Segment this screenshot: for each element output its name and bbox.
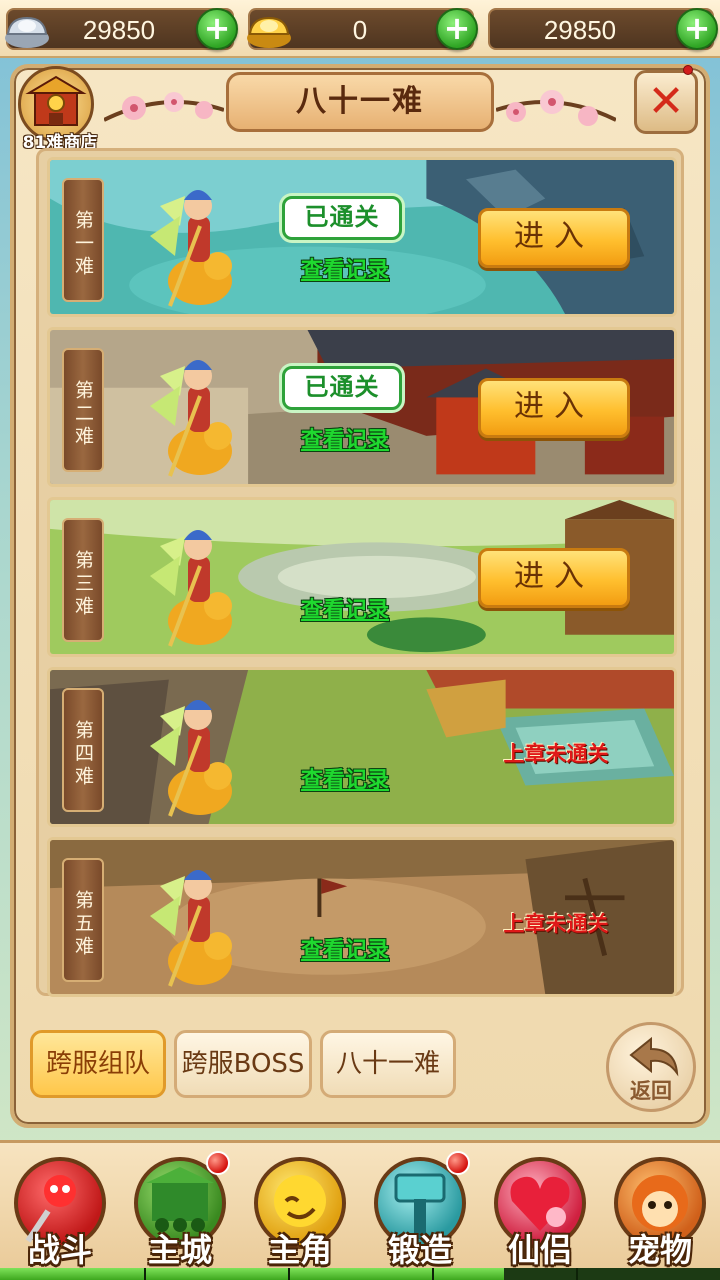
silver-ingot-icon <box>5 16 49 48</box>
nav-pet[interactable]: 宠物 <box>606 1153 714 1271</box>
view-record-link[interactable]: 查看记录 <box>290 932 400 964</box>
gold-currency: 0 + <box>247 8 478 50</box>
experience-progress-bar <box>0 1268 720 1280</box>
level-row-2: 第二难 已通关 查看记录 进入 <box>47 327 677 487</box>
hero-on-mount-image <box>150 360 232 477</box>
blossom-decoration-right <box>496 90 616 126</box>
other-currency: 29850 + <box>488 8 718 50</box>
notification-badge <box>446 1151 470 1175</box>
progress-fill <box>0 1268 504 1280</box>
progress-divider <box>432 1268 434 1280</box>
enter-button[interactable]: 进入 <box>478 548 630 608</box>
locked-status: 上章未通关 <box>503 742 609 766</box>
nav-label: 主角 <box>267 1231 332 1269</box>
back-button[interactable]: 返回 <box>606 1022 696 1112</box>
tab-cross-server-boss[interactable]: 跨服BOSS <box>174 1030 312 1098</box>
nav-label: 仙侣 <box>507 1231 572 1269</box>
close-button[interactable]: ✕ <box>634 65 698 134</box>
level-tag: 第一难 <box>62 178 104 302</box>
currency-bar: 29850 + 0 + 29850 + <box>0 0 720 58</box>
tab-eighty-one-trials[interactable]: 八十一难 <box>320 1030 456 1098</box>
level-row-4: 第四难 查看记录 上章未通关 <box>47 667 677 827</box>
locked-status: 上章未通关 <box>503 912 609 936</box>
add-silver-button[interactable]: + <box>196 8 238 50</box>
shop-button[interactable]: 81难商店 <box>14 66 100 153</box>
back-arrow-icon <box>629 1036 679 1077</box>
cleared-badge: 已通关 <box>282 366 402 410</box>
close-icon: ✕ <box>647 76 685 127</box>
nav-forge[interactable]: 锻造 <box>366 1151 474 1271</box>
cleared-badge: 已通关 <box>282 196 402 240</box>
add-gold-button[interactable]: + <box>436 8 478 50</box>
gold-value: 0 <box>352 15 368 45</box>
view-record-link[interactable]: 查看记录 <box>290 422 400 454</box>
nav-battle[interactable]: 战斗 <box>6 1153 114 1271</box>
tab-cross-server-team[interactable]: 跨服组队 <box>30 1030 166 1098</box>
view-record-link[interactable]: 查看记录 <box>290 592 400 624</box>
level-tag: 第二难 <box>62 348 104 472</box>
notification-dot <box>683 65 693 75</box>
bottom-nav: 战斗 主城 主角 锻造 仙侣 宠物 <box>0 1140 720 1280</box>
nav-city[interactable]: 主城 <box>126 1151 234 1271</box>
level-row-3: 第三难 查看记录 进入 <box>47 497 677 657</box>
level-list: 第一难 已通关 查看记录 进入 第二难 已通关 查看记录 进入 第三难 查看记录… <box>36 148 684 997</box>
gold-ingot-icon <box>247 16 291 48</box>
level-tag: 第四难 <box>62 688 104 812</box>
progress-divider <box>144 1268 146 1280</box>
blossom-decoration-left <box>104 92 224 122</box>
nav-label: 锻造 <box>387 1231 452 1269</box>
progress-divider <box>288 1268 290 1280</box>
hero-on-mount-image <box>150 700 232 817</box>
nav-partner[interactable]: 仙侣 <box>486 1153 594 1271</box>
enter-button[interactable]: 进入 <box>478 208 630 268</box>
level-tag: 第五难 <box>62 858 104 982</box>
view-record-link[interactable]: 查看记录 <box>290 252 400 284</box>
nav-hero[interactable]: 主角 <box>246 1153 354 1271</box>
silver-value: 29850 <box>82 15 156 45</box>
hero-on-mount-image <box>150 190 232 307</box>
add-other-button[interactable]: + <box>676 8 718 50</box>
enter-button[interactable]: 进入 <box>478 378 630 438</box>
silver-currency: 29850 + <box>5 8 238 50</box>
panel-title: 八十一难 <box>226 72 494 132</box>
nav-label: 主城 <box>147 1231 212 1269</box>
level-row-5: 第五难 查看记录 上章未通关 <box>47 837 677 997</box>
level-tag: 第三难 <box>62 518 104 642</box>
notification-badge <box>206 1151 230 1175</box>
hero-on-mount-image <box>150 870 232 987</box>
other-value: 29850 <box>543 15 617 45</box>
level-row-1: 第一难 已通关 查看记录 进入 <box>47 157 677 317</box>
nav-label: 宠物 <box>627 1231 692 1269</box>
back-label: 返回 <box>630 1079 672 1103</box>
view-record-link[interactable]: 查看记录 <box>290 762 400 794</box>
hero-on-mount-image <box>150 530 232 647</box>
nav-label: 战斗 <box>27 1231 92 1269</box>
progress-divider <box>576 1268 578 1280</box>
